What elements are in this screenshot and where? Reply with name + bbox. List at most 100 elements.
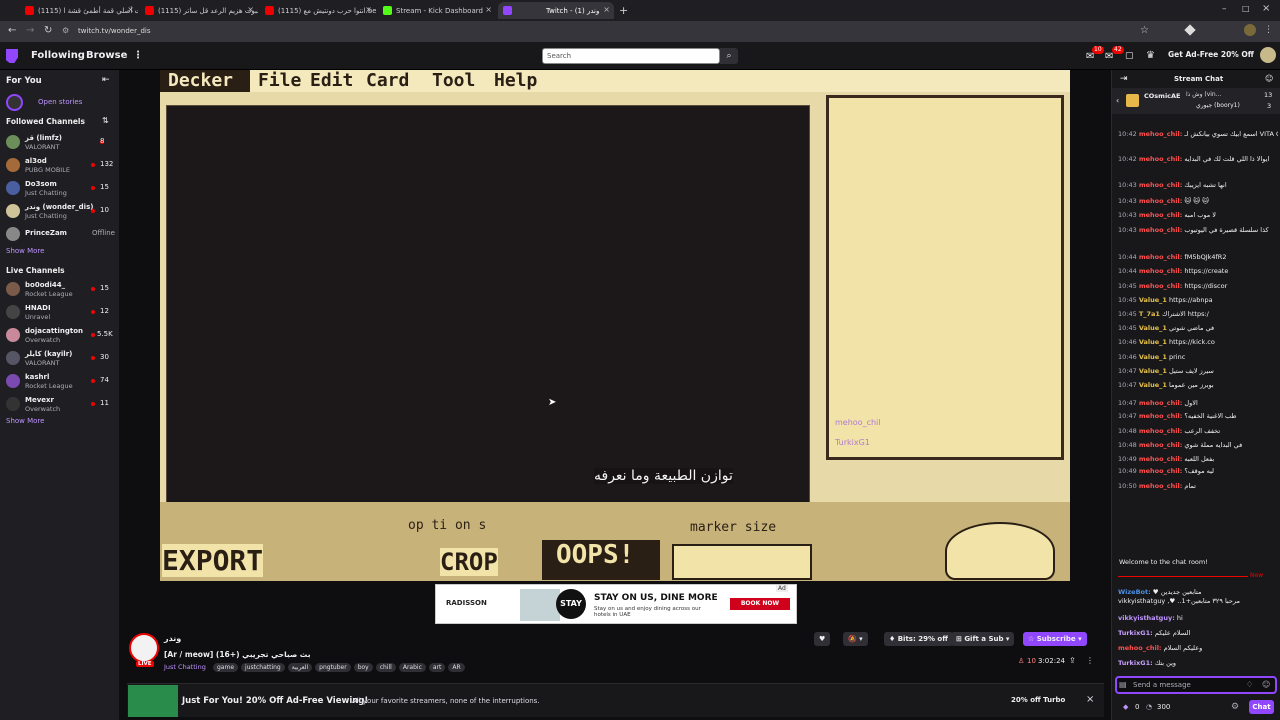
chat-user[interactable]: WizeBot: [1118, 588, 1151, 596]
chat-user[interactable]: mehoo_chil: [1139, 155, 1183, 163]
chat-send-button[interactable]: Chat [1249, 700, 1274, 714]
stories-avatar[interactable] [6, 94, 23, 111]
reload-icon[interactable]: ↻ [44, 25, 52, 36]
followed-channel[interactable]: Do3som Just Chatting 15 [0, 179, 119, 201]
notifications-bell-button[interactable]: 🔕 ▾ [843, 632, 868, 646]
bookmark-star-icon[interactable]: ☆ [1140, 25, 1149, 36]
follow-heart-button[interactable]: ♥ [814, 632, 831, 646]
chevron-left-icon[interactable]: ‹ [1116, 96, 1119, 105]
sort-icon[interactable]: ⇅ [102, 116, 109, 125]
streamer-avatar[interactable] [129, 633, 159, 663]
back-icon[interactable]: ← [8, 25, 16, 36]
bits-icon[interactable]: ♢ [1246, 680, 1253, 689]
browser-tab[interactable]: Stream - Kick Dashboard × [378, 2, 496, 19]
search-input[interactable]: Search [542, 48, 720, 64]
adfree-button[interactable]: Get Ad-Free 20% Off [1168, 50, 1254, 59]
video-player[interactable]: Decker File Edit Card Tool Help توازن ال… [160, 70, 1070, 581]
window-close-button[interactable]: × [1262, 3, 1270, 14]
chat-user[interactable]: TurkixG1: [1118, 659, 1153, 667]
emote-icon[interactable]: ☺ [1262, 680, 1270, 689]
live-channel[interactable]: Mevexr Overwatch 11 [0, 395, 119, 417]
tag[interactable]: justchatting [241, 663, 285, 672]
tag[interactable]: AR [448, 663, 465, 672]
bits-button[interactable]: ♦ Bits: 29% off [884, 632, 953, 646]
gift-sub-button[interactable]: ⊞ Gift a Sub ▾ [951, 632, 1015, 646]
profile-avatar[interactable] [1244, 24, 1256, 36]
live-channel[interactable]: bo0odi44_ Rocket League 15 [0, 280, 119, 302]
browser-tab[interactable]: (1115) البوت هزيم الرعد قل ساتر.. × [140, 2, 258, 19]
close-icon[interactable]: × [603, 5, 610, 14]
subscribe-button[interactable]: ☆ Subscribe ▾ [1023, 632, 1087, 646]
tag[interactable]: game [213, 663, 239, 672]
close-icon[interactable]: × [485, 5, 492, 14]
user-avatar[interactable] [1260, 47, 1276, 63]
stream-category[interactable]: Just Chatting [164, 663, 206, 671]
tag[interactable]: boy [353, 663, 373, 672]
tag[interactable]: art [428, 663, 446, 672]
chat-user[interactable]: Value_1 [1139, 367, 1167, 375]
chat-user[interactable]: mehoo_chil: [1139, 482, 1183, 490]
turbo-button[interactable]: 20% off Turbo [1011, 696, 1065, 704]
chat-user[interactable]: vikkyisthatguy: [1118, 614, 1175, 622]
close-icon[interactable]: × [365, 5, 372, 14]
nav-browse[interactable]: Browse [86, 50, 127, 61]
chat-user[interactable]: mehoo_chil: [1139, 427, 1183, 435]
chat-user[interactable]: Value_1 [1139, 296, 1167, 304]
chat-mode-icon[interactable]: ▤ [1119, 680, 1127, 689]
chat-user[interactable]: mehoo_chil: [1139, 441, 1183, 449]
chat-user[interactable]: mehoo_chil: [1139, 399, 1183, 407]
followed-channel[interactable]: PrinceZam Offline [0, 225, 119, 247]
show-more-followed[interactable]: Show More [6, 247, 44, 255]
extension-icon[interactable] [1184, 24, 1196, 36]
nav-more-icon[interactable]: ⋮ [133, 50, 143, 61]
more-options-icon[interactable]: ⋮ [1086, 656, 1094, 665]
chat-user[interactable]: mehoo_chil: [1139, 130, 1183, 138]
url-text[interactable]: twitch.tv/wonder_dis [78, 27, 151, 35]
crown-icon[interactable]: ♛ [1146, 50, 1155, 61]
chat-user[interactable]: mehoo_chil: [1139, 455, 1183, 463]
chat-user[interactable]: mehoo_chil: [1139, 412, 1183, 420]
chat-user[interactable]: mehoo_chil: [1139, 181, 1183, 189]
browser-tab-active[interactable]: Twitch - وندر (1) × [498, 2, 614, 19]
ad-book-now-button[interactable]: BOOK NOW [730, 598, 790, 610]
chat-user[interactable]: mehoo_chil: [1139, 267, 1183, 275]
tag[interactable]: pngtuber [315, 663, 351, 672]
chat-user[interactable]: mehoo_chil: [1139, 467, 1183, 475]
followed-channel[interactable]: قز (limfz) VALORANT 8 [0, 133, 119, 155]
maximize-button[interactable]: □ [1242, 4, 1250, 13]
forward-icon[interactable]: → [26, 25, 34, 36]
collapse-sidebar-icon[interactable]: ⇤ [102, 75, 110, 85]
minimize-button[interactable]: – [1222, 4, 1227, 14]
chat-user[interactable]: T_7a1 [1139, 310, 1160, 318]
chat-user[interactable]: Value_1 [1139, 353, 1167, 361]
close-icon[interactable]: × [1086, 694, 1094, 705]
browser-tab[interactable]: (1115) انتوا حرب دونتيش مع.be.. × [260, 2, 376, 19]
new-tab-button[interactable]: + [619, 4, 628, 17]
search-icon[interactable]: ⌕ [720, 48, 738, 64]
twitch-logo-icon[interactable] [6, 49, 18, 63]
chat-settings-icon[interactable]: ⚙ [1231, 702, 1239, 712]
channel-points-icon[interactable]: ◆ [1123, 703, 1128, 711]
open-stories-link[interactable]: Open stories [38, 98, 82, 106]
chat-user[interactable]: mehoo_chil: [1139, 282, 1183, 290]
browser-tab[interactable]: (1115) حلويات أصلي قمة أطمئ قشة ا.. × [20, 2, 138, 19]
browser-menu-icon[interactable]: ⋮ [1264, 25, 1273, 35]
followed-channel[interactable]: al3od PUBG MOBILE 132 [0, 156, 119, 178]
followed-channel[interactable]: وندر (wonder_dis) Just Chatting 10 [0, 202, 119, 224]
close-icon[interactable]: × [247, 5, 254, 14]
chat-user[interactable]: mehoo_chil: [1139, 197, 1183, 205]
share-icon[interactable]: ⇪ [1069, 656, 1076, 665]
chat-user[interactable]: TurkixG1: [1118, 629, 1153, 637]
chat-user[interactable]: mehoo_chil: [1139, 253, 1183, 261]
live-channel[interactable]: dojacattington Overwatch 5.5K [0, 326, 119, 348]
chat-user[interactable]: mehoo_chil: [1139, 226, 1183, 234]
chat-user[interactable]: mehoo_chil: [1118, 644, 1162, 652]
show-more-live[interactable]: Show More [6, 417, 44, 425]
chat-user[interactable]: mehoo_chil: [1139, 211, 1183, 219]
chat-user[interactable]: Value_1 [1139, 324, 1167, 332]
users-icon[interactable]: ☺ [1265, 74, 1273, 83]
streamer-name[interactable]: وندر [164, 634, 181, 643]
ad-banner[interactable]: RADISSON STAY STAY ON US, DINE MORE Stay… [435, 584, 797, 624]
live-channel[interactable]: HNADI Unravel 12 [0, 303, 119, 325]
chat-user[interactable]: Value_1 [1139, 338, 1167, 346]
